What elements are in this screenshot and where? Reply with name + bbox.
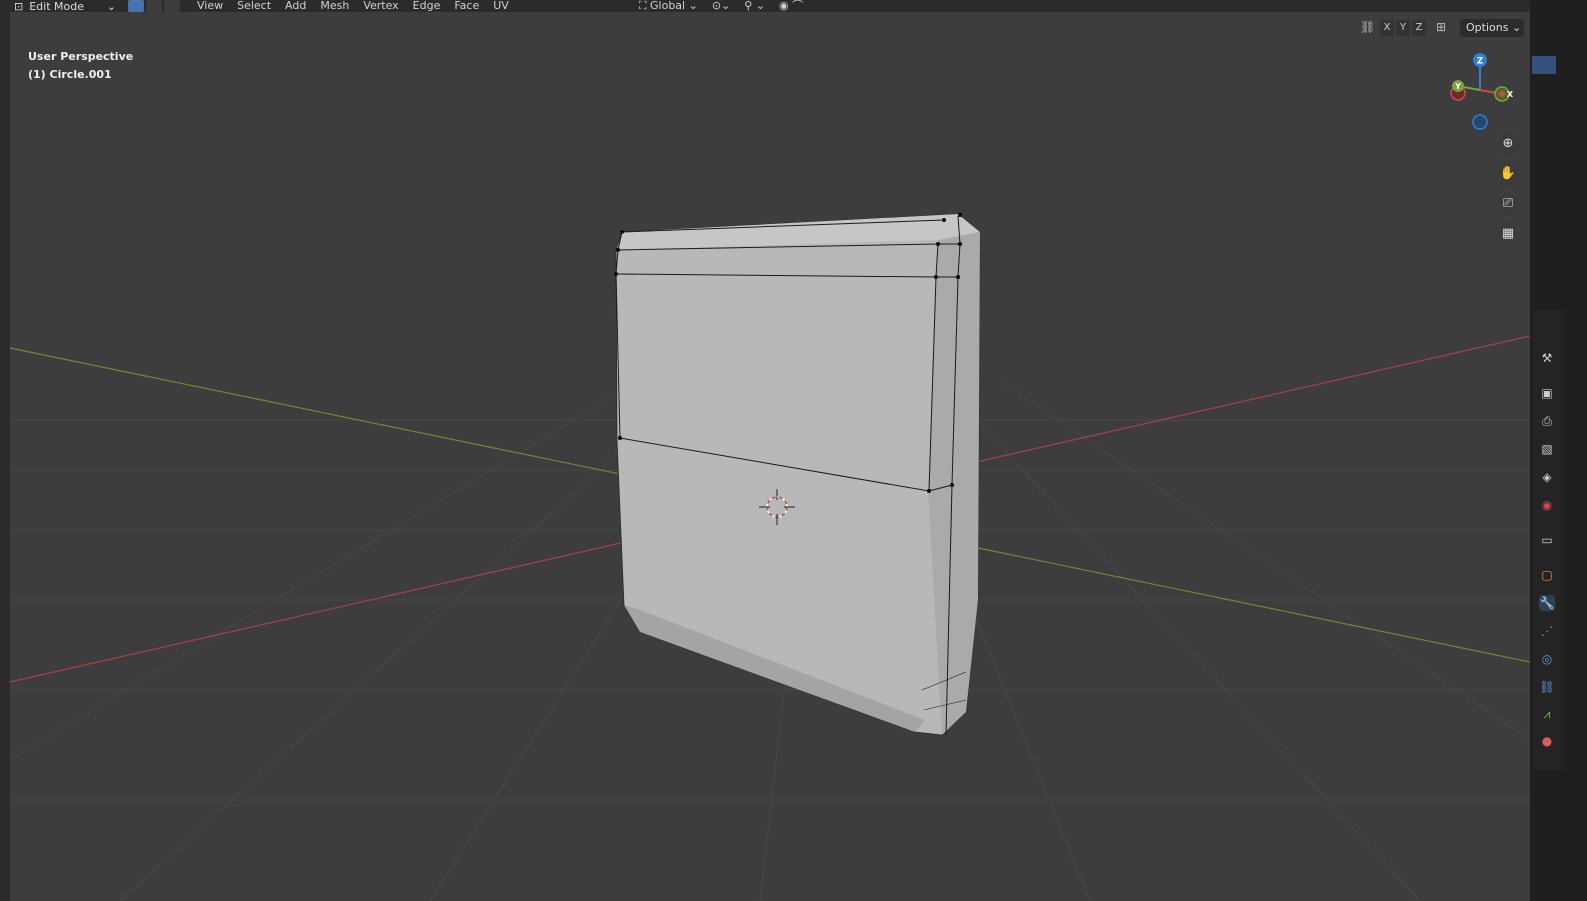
mirror-icon[interactable]: ⛓ [1360,20,1375,34]
mesh-vertex[interactable] [616,248,620,252]
camera-icon[interactable]: ⎚ [1497,193,1519,215]
options-label: Options [1466,21,1509,34]
mesh-vertex[interactable] [618,436,622,440]
mesh-vertex[interactable] [958,213,962,217]
grid-line [999,379,1530,741]
constraints-icon[interactable]: ⛓ [1539,679,1555,695]
mesh-vertex[interactable] [614,272,618,276]
material-icon[interactable]: ● [1539,733,1555,749]
world-icon[interactable]: ◉ [1539,497,1555,513]
view-layer-icon[interactable]: ▧ [1539,441,1555,457]
gizmo-x[interactable] [1499,91,1505,97]
mirror-z-toggle[interactable]: Z [1412,20,1426,36]
mesh-body[interactable] [615,213,981,736]
gizmo-neg-z[interactable] [1472,114,1488,130]
render-icon[interactable]: ▣ [1539,385,1555,401]
mesh-vertex[interactable] [927,489,931,493]
zoom-icon[interactable]: ⊕ [1497,133,1519,155]
collection-icon[interactable]: ▭ [1539,532,1555,548]
data-icon[interactable]: ⩘ [1539,706,1555,722]
gizmo-y-label: Y [1454,82,1461,91]
grid-line [939,379,1421,901]
mesh-vertex[interactable] [934,275,938,279]
mirror-y-toggle[interactable]: Y [1396,20,1410,36]
perspective-label: User Perspective [28,50,134,63]
gizmo-z-label: Z [1477,57,1484,67]
mesh-vertex[interactable] [942,218,946,222]
mesh-vertex[interactable] [620,230,624,234]
mesh-vertex[interactable] [956,275,960,279]
object-label: (1) Circle.001 [28,68,112,81]
topology-icon[interactable]: ⊞ [1436,20,1446,34]
particles-icon[interactable]: ⋰ [1539,623,1555,639]
gizmo-x-label: X [1507,90,1514,99]
options-dropdown[interactable]: Options ⌄ [1460,19,1524,37]
mirror-x-toggle[interactable]: X [1380,20,1394,36]
outliner-header[interactable] [1532,56,1556,74]
tool-icon[interactable]: ⚒ [1539,350,1555,366]
modifier-icon[interactable]: 🔧 [1539,595,1555,611]
grid-line [9,379,641,761]
viewport-scene: Z Y X [9,53,1530,901]
physics-icon[interactable]: ◎ [1539,651,1555,667]
mesh-vertex[interactable] [950,483,954,487]
mesh-vertex[interactable] [958,242,962,246]
hand-icon[interactable]: ✋ [1497,163,1519,185]
scene-icon[interactable]: ◈ [1539,469,1555,485]
mesh-object[interactable] [614,213,981,736]
output-icon[interactable]: ⎙ [1539,413,1555,429]
grid-line [119,379,701,901]
object-icon[interactable]: ▢ [1539,567,1555,583]
mesh-vertex[interactable] [936,242,940,246]
navigation-gizmo[interactable]: Z Y X [1450,53,1514,130]
grid-icon[interactable]: ▦ [1497,223,1519,245]
